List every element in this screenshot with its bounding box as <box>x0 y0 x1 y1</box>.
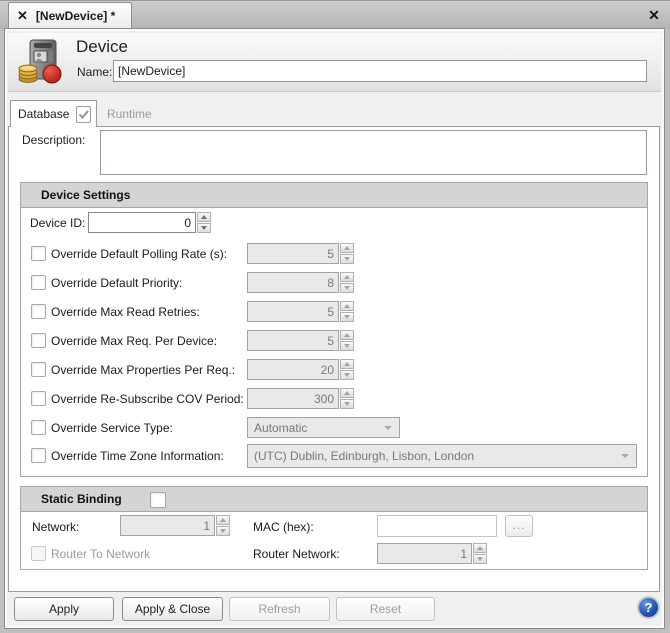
time-zone-select[interactable]: (UTC) Dublin, Edinburgh, Lisbon, London <box>247 444 637 468</box>
spin-down-button[interactable] <box>473 554 487 564</box>
override-priority-spinner <box>247 272 354 293</box>
spin-up-button[interactable] <box>340 330 354 340</box>
override-read-retries-checkbox[interactable] <box>31 304 46 319</box>
spin-down-button[interactable] <box>340 399 354 409</box>
document-tab-title: [NewDevice] * <box>36 9 115 23</box>
apply-close-button[interactable]: Apply & Close <box>122 597 223 621</box>
override-polling-rate-input[interactable] <box>247 243 339 264</box>
spin-up-button[interactable] <box>340 388 354 398</box>
network-input[interactable] <box>120 515 215 536</box>
override-read-retries-input[interactable] <box>247 301 339 322</box>
description-textarea[interactable] <box>100 130 647 175</box>
browse-button[interactable]: ... <box>505 515 533 537</box>
override-req-per-device-checkbox[interactable] <box>31 333 46 348</box>
router-to-network-label: Router To Network <box>51 547 150 561</box>
chevron-down-icon <box>621 454 629 458</box>
override-time-zone-checkbox[interactable] <box>31 448 46 463</box>
network-spinner <box>120 515 230 536</box>
help-button[interactable]: ? <box>637 596 660 619</box>
override-req-per-device-label: Override Max Req. Per Device: <box>51 334 217 348</box>
override-properties-per-req-input[interactable] <box>247 359 339 380</box>
network-label: Network: <box>32 520 79 534</box>
tab-close-icon[interactable]: ✕ <box>17 9 28 22</box>
override-polling-rate-checkbox[interactable] <box>31 246 46 261</box>
router-network-input[interactable] <box>377 543 472 564</box>
spin-down-button[interactable] <box>340 254 354 264</box>
page-title: Device <box>76 37 128 57</box>
static-binding-checkbox[interactable] <box>150 492 166 508</box>
override-properties-per-req-spinner <box>247 359 354 380</box>
override-priority-checkbox[interactable] <box>31 275 46 290</box>
document-tab[interactable]: ✕ [NewDevice] * <box>8 2 132 28</box>
override-cov-period-input[interactable] <box>247 388 339 409</box>
spin-up-button[interactable] <box>340 359 354 369</box>
router-network-spinner <box>377 543 487 564</box>
override-cov-period-checkbox[interactable] <box>31 391 46 406</box>
override-req-per-device-input[interactable] <box>247 330 339 351</box>
router-to-network-checkbox[interactable] <box>31 546 46 561</box>
override-properties-per-req-label: Override Max Properties Per Req.: <box>51 363 235 377</box>
override-read-retries-label: Override Max Read Retries: <box>51 305 200 319</box>
description-label: Description: <box>22 133 85 147</box>
spin-up-button[interactable] <box>340 243 354 253</box>
spin-up-button[interactable] <box>473 543 487 553</box>
override-priority-label: Override Default Priority: <box>51 276 182 290</box>
tab-database-label: Database <box>18 107 69 121</box>
override-cov-period-label: Override Re-Subscribe COV Period: <box>51 392 244 406</box>
device-settings-header: Device Settings <box>21 183 647 208</box>
spin-down-button[interactable] <box>197 223 211 233</box>
override-service-type-label: Override Service Type: <box>51 421 173 435</box>
mac-label: MAC (hex): <box>253 520 314 534</box>
refresh-button[interactable]: Refresh <box>229 597 330 621</box>
device-icon <box>18 38 64 84</box>
spin-down-button[interactable] <box>216 526 230 536</box>
tab-runtime[interactable]: Runtime <box>97 101 167 126</box>
tab-runtime-label: Runtime <box>107 107 152 121</box>
spin-up-button[interactable] <box>340 272 354 282</box>
override-time-zone-label: Override Time Zone Information: <box>51 449 224 463</box>
override-polling-rate-spinner <box>247 243 354 264</box>
mac-input[interactable] <box>377 515 497 537</box>
static-binding-header: Static Binding <box>21 487 647 512</box>
override-cov-period-spinner <box>247 388 354 409</box>
name-input[interactable] <box>113 60 647 82</box>
device-id-spinner <box>88 212 211 233</box>
spin-down-button[interactable] <box>340 283 354 293</box>
spin-up-button[interactable] <box>340 301 354 311</box>
device-id-input[interactable] <box>88 212 196 233</box>
service-type-select[interactable]: Automatic <box>247 417 400 438</box>
spin-down-button[interactable] <box>340 370 354 380</box>
device-id-label: Device ID: <box>30 216 85 230</box>
apply-button[interactable]: Apply <box>14 597 114 621</box>
static-binding-title: Static Binding <box>41 492 122 506</box>
device-settings-title: Device Settings <box>41 188 130 202</box>
reset-button[interactable]: Reset <box>336 597 435 621</box>
override-req-per-device-spinner <box>247 330 354 351</box>
window-close-icon[interactable]: ✕ <box>644 5 664 25</box>
router-network-label: Router Network: <box>253 547 340 561</box>
override-read-retries-spinner <box>247 301 354 322</box>
question-mark-icon: ? <box>645 601 653 614</box>
spin-down-button[interactable] <box>340 341 354 351</box>
checkmark-icon <box>76 106 91 123</box>
name-label: Name: <box>77 65 112 79</box>
tab-database[interactable]: Database <box>10 100 97 127</box>
spin-up-button[interactable] <box>197 212 211 222</box>
override-properties-per-req-checkbox[interactable] <box>31 362 46 377</box>
chevron-down-icon <box>384 426 392 430</box>
spin-down-button[interactable] <box>340 312 354 322</box>
override-priority-input[interactable] <box>247 272 339 293</box>
service-type-value: Automatic <box>248 421 384 435</box>
time-zone-value: (UTC) Dublin, Edinburgh, Lisbon, London <box>248 449 621 463</box>
spin-up-button[interactable] <box>216 515 230 525</box>
override-service-type-checkbox[interactable] <box>31 420 46 435</box>
override-polling-rate-label: Override Default Polling Rate (s): <box>51 247 227 261</box>
